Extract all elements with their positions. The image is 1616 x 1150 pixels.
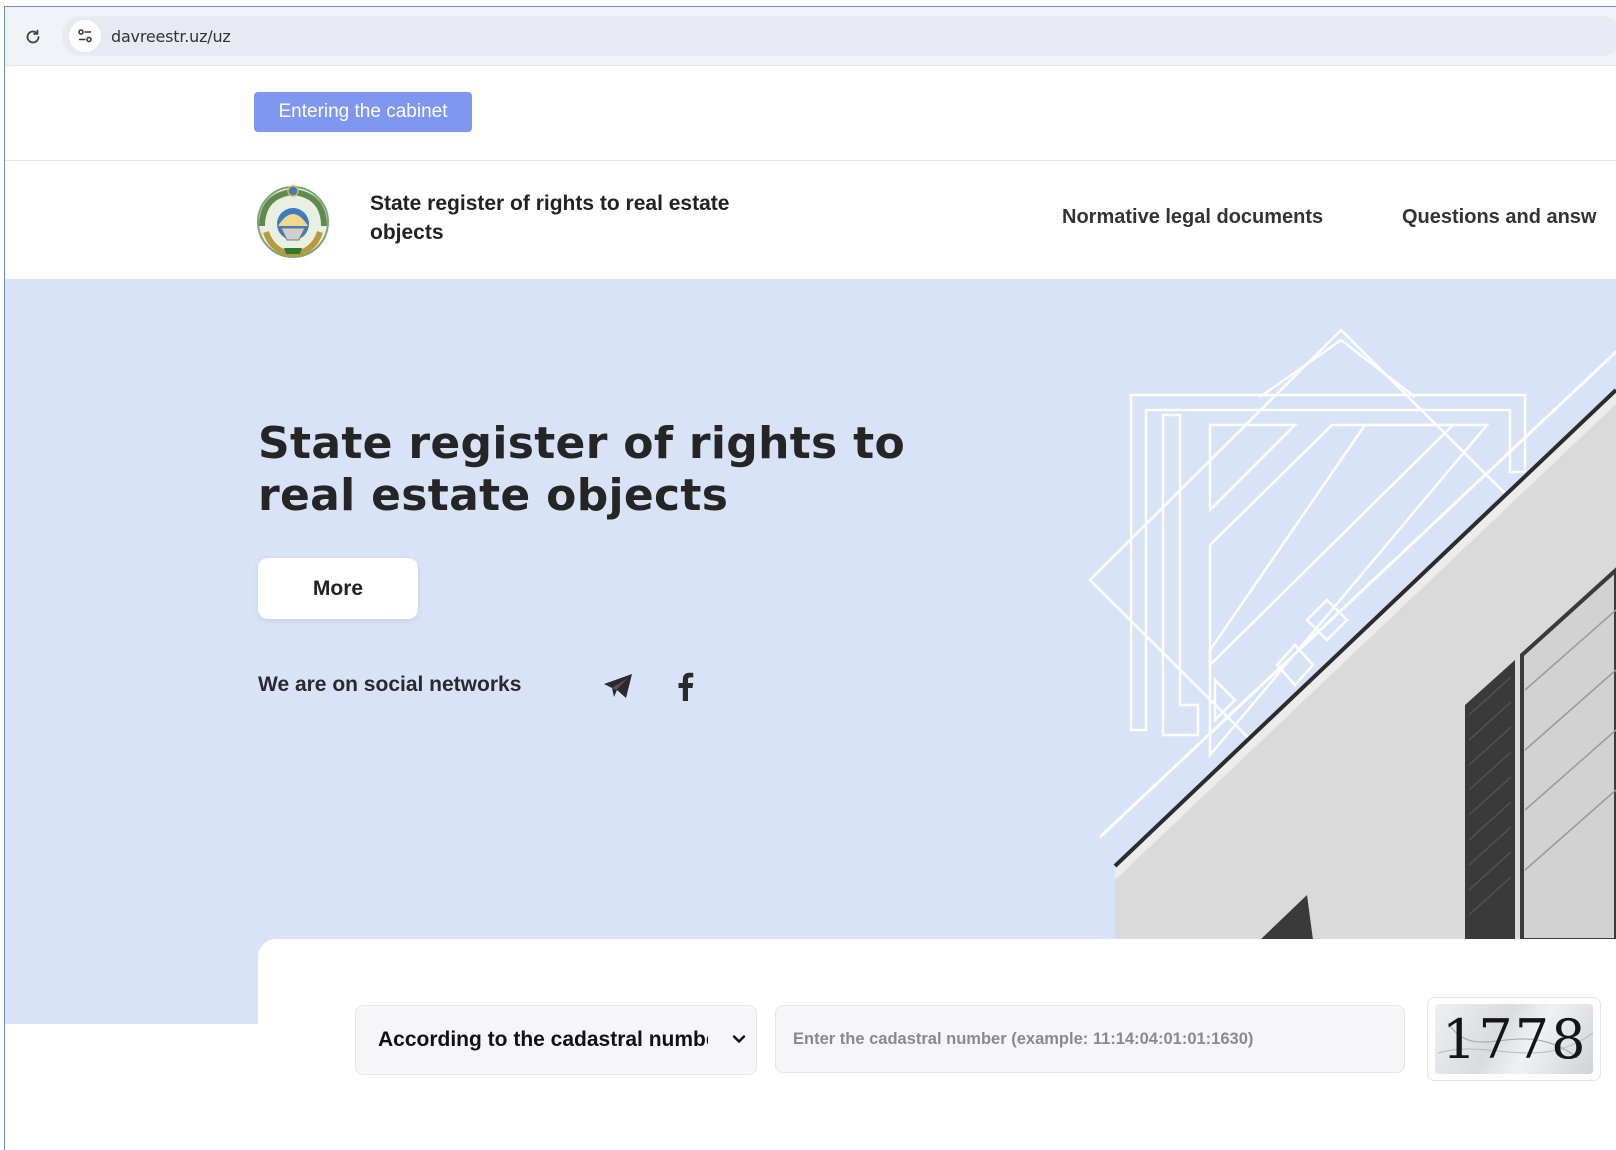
hero-title: State register of rights to real estate …: [258, 418, 906, 521]
more-button[interactable]: More: [258, 558, 418, 619]
site-title[interactable]: State register of rights to real estate …: [370, 189, 730, 247]
top-strip: [5, 66, 1616, 161]
enter-cabinet-button[interactable]: Entering the cabinet: [254, 92, 472, 132]
nav-normative-documents[interactable]: Normative legal documents: [1062, 206, 1323, 229]
captcha-image[interactable]: 1778: [1427, 997, 1601, 1081]
address-bar[interactable]: davreestr.uz/uz: [62, 16, 1616, 56]
url-text: davreestr.uz/uz: [111, 27, 231, 46]
social-networks-label: We are on social networks: [258, 673, 522, 696]
chevron-down-icon: [732, 1035, 746, 1043]
site-settings-icon[interactable]: [69, 20, 101, 52]
cadastral-number-input[interactable]: [775, 1005, 1405, 1073]
reload-icon[interactable]: [19, 23, 47, 51]
state-emblem-logo[interactable]: [254, 182, 332, 260]
telegram-icon[interactable]: [600, 668, 636, 704]
browser-toolbar: davreestr.uz/uz: [5, 7, 1616, 66]
main-header: [5, 161, 1616, 279]
search-type-selected-value: According to the cadastral number: [378, 1028, 708, 1051]
nav-questions-answers[interactable]: Questions and answ: [1402, 206, 1596, 229]
search-type-select[interactable]: According to the cadastral number: [355, 1005, 757, 1075]
facebook-icon[interactable]: [667, 668, 703, 704]
hero-building-illustration: [1088, 328, 1616, 940]
captcha-text: 1778: [1442, 1008, 1588, 1071]
